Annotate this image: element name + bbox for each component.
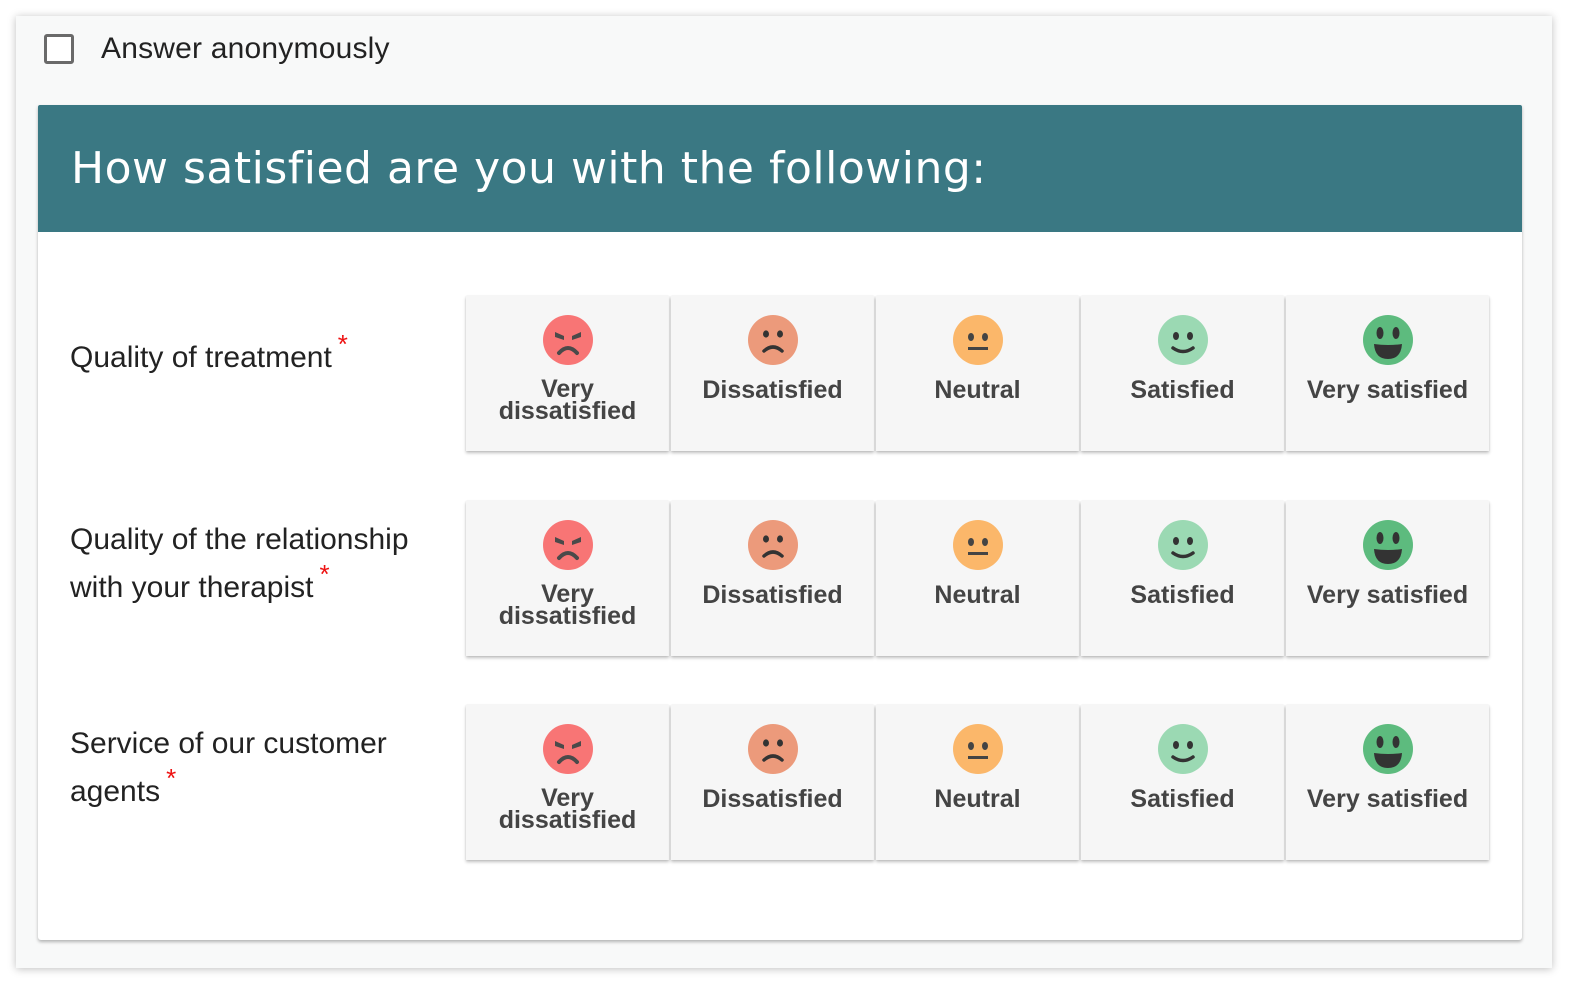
grin-face-icon	[1362, 724, 1413, 774]
row-label: Service of our customer agents *	[70, 720, 450, 816]
matrix-row: Quality of treatment * Very dissatisfied D…	[38, 296, 1522, 452]
smile-face-icon	[1157, 520, 1208, 570]
smile-face-icon	[1157, 315, 1208, 365]
row-label-line2: agents	[70, 775, 161, 808]
rating-label-line1: Neutral	[934, 581, 1021, 609]
rating-label-line1: Satisfied	[1130, 376, 1235, 404]
rating-option-label: Very dissatisfied	[478, 786, 658, 834]
rating-option-dissatisfied[interactable]: Dissatisfied	[671, 296, 874, 451]
rating-label-line1: Satisfied	[1130, 785, 1235, 813]
rating-label-line1: Satisfied	[1130, 581, 1235, 609]
rating-option-very-satisfied[interactable]: Very satisfied	[1286, 705, 1489, 860]
rating-option-label: Very satisfied	[1298, 580, 1478, 610]
panel-header: How satisfied are you with the following…	[38, 105, 1522, 232]
rating-option-neutral[interactable]: Neutral	[876, 296, 1079, 451]
neutral-face-icon	[952, 315, 1003, 365]
angry-face-icon	[542, 520, 593, 570]
rating-label-line2: dissatisfied	[498, 602, 637, 630]
rating-option-label: Satisfied	[1093, 375, 1273, 405]
rating-options: Very dissatisfied Dissatisfied Neutral Sa…	[466, 705, 1489, 860]
required-asterisk: *	[166, 763, 177, 793]
rating-option-label: Very satisfied	[1298, 375, 1478, 405]
rating-option-satisfied[interactable]: Satisfied	[1081, 705, 1284, 860]
neutral-face-icon	[952, 724, 1003, 774]
anonymous-checkbox[interactable]	[44, 34, 74, 64]
rating-label-line1: Very satisfied	[1306, 581, 1469, 609]
rating-option-very-satisfied[interactable]: Very satisfied	[1286, 296, 1489, 451]
frown-face-icon	[747, 520, 798, 570]
rating-option-very-dissatisfied[interactable]: Very dissatisfied	[466, 501, 669, 656]
rating-option-label: Very dissatisfied	[478, 377, 658, 425]
row-label-line1: Quality of treatment	[70, 341, 332, 374]
angry-face-icon	[542, 724, 593, 774]
row-label: Quality of the relationship with your the…	[70, 516, 450, 612]
row-label-line1: Service of our customer	[70, 727, 387, 760]
rating-option-label: Neutral	[888, 375, 1068, 405]
grin-face-icon	[1362, 520, 1413, 570]
rating-option-label: Satisfied	[1093, 580, 1273, 610]
rating-label-line1: Dissatisfied	[702, 581, 843, 609]
rating-option-label: Dissatisfied	[683, 580, 863, 610]
rating-option-label: Very dissatisfied	[478, 582, 658, 630]
frown-face-icon	[747, 724, 798, 774]
rating-label-line1: Very satisfied	[1306, 785, 1469, 813]
rating-option-neutral[interactable]: Neutral	[876, 501, 1079, 656]
rating-label-line2: dissatisfied	[498, 806, 637, 834]
rating-option-label: Neutral	[888, 784, 1068, 814]
matrix-row: Service of our customer agents * Very dissa…	[38, 705, 1522, 861]
row-label-line2: with your therapist	[70, 571, 314, 604]
question-title: How satisfied are you with the following…	[71, 143, 987, 194]
satisfaction-matrix-panel: How satisfied are you with the following…	[38, 105, 1522, 940]
neutral-face-icon	[952, 520, 1003, 570]
rating-option-satisfied[interactable]: Satisfied	[1081, 501, 1284, 656]
matrix-row: Quality of the relationship with your the…	[38, 501, 1522, 657]
smile-face-icon	[1157, 724, 1208, 774]
rating-option-label: Dissatisfied	[683, 375, 863, 405]
rating-option-satisfied[interactable]: Satisfied	[1081, 296, 1284, 451]
rating-options: Very dissatisfied Dissatisfied Neutral Sa…	[466, 296, 1489, 451]
rating-label-line1: Neutral	[934, 785, 1021, 813]
rating-option-label: Very satisfied	[1298, 784, 1478, 814]
row-label: Quality of treatment *	[70, 329, 450, 382]
rating-option-very-dissatisfied[interactable]: Very dissatisfied	[466, 705, 669, 860]
rating-option-very-satisfied[interactable]: Very satisfied	[1286, 501, 1489, 656]
rating-option-dissatisfied[interactable]: Dissatisfied	[671, 501, 874, 656]
answer-anonymously-toggle[interactable]: Answer anonymously	[44, 32, 390, 66]
rating-label-line1: Dissatisfied	[702, 785, 843, 813]
row-label-line1: Quality of the relationship	[70, 523, 409, 556]
rating-option-neutral[interactable]: Neutral	[876, 705, 1079, 860]
angry-face-icon	[542, 315, 593, 365]
rating-option-very-dissatisfied[interactable]: Very dissatisfied	[466, 296, 669, 451]
required-asterisk: *	[337, 329, 348, 359]
frown-face-icon	[747, 315, 798, 365]
rating-label-line2: dissatisfied	[498, 397, 637, 425]
rating-label-line1: Neutral	[934, 376, 1021, 404]
rating-option-label: Dissatisfied	[683, 784, 863, 814]
survey-card: Answer anonymously How satisfied are you…	[16, 16, 1552, 968]
rating-option-dissatisfied[interactable]: Dissatisfied	[671, 705, 874, 860]
anonymous-label: Answer anonymously	[101, 32, 390, 65]
rating-options: Very dissatisfied Dissatisfied Neutral Sa…	[466, 501, 1489, 656]
required-asterisk: *	[319, 559, 330, 589]
rating-label-line1: Dissatisfied	[702, 376, 843, 404]
rating-option-label: Neutral	[888, 580, 1068, 610]
rating-label-line1: Very satisfied	[1306, 376, 1469, 404]
rating-option-label: Satisfied	[1093, 784, 1273, 814]
grin-face-icon	[1362, 315, 1413, 365]
